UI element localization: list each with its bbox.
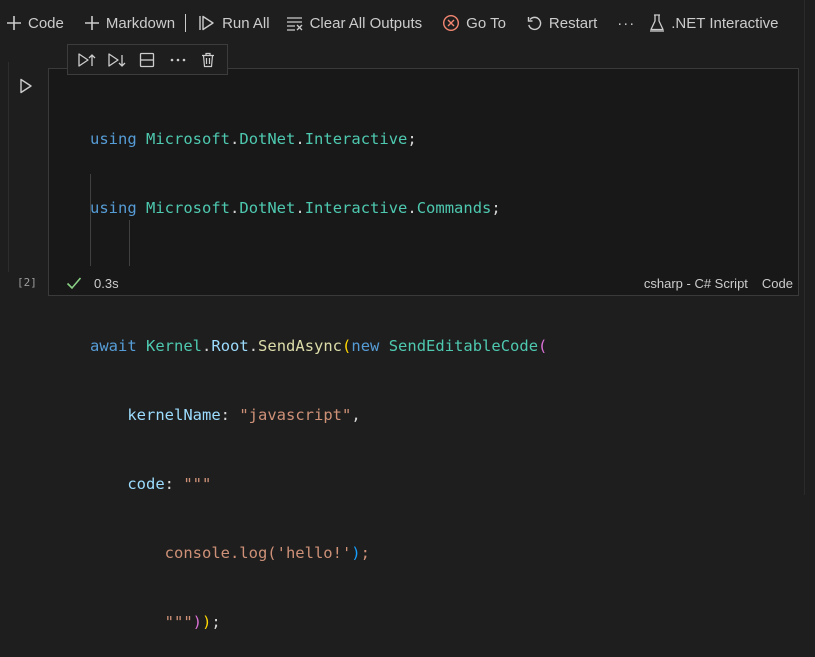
code-line: code: """ <box>127 475 212 493</box>
execution-duration: 0.3s <box>94 275 119 291</box>
restart-button[interactable]: Restart <box>520 9 603 37</box>
cell-more-button[interactable] <box>165 48 191 72</box>
toolbar-separator <box>185 14 187 32</box>
code-line: await Kernel.Root.SendAsync(new SendEdit… <box>90 337 548 355</box>
kernel-picker-button[interactable]: .NET Interactive <box>643 9 784 37</box>
cell-language-picker[interactable]: csharp - C# Script <box>644 276 748 291</box>
more-icon: ··· <box>617 14 636 32</box>
clear-all-outputs-button[interactable]: Clear All Outputs <box>280 9 429 37</box>
execute-above-button[interactable] <box>74 48 100 72</box>
code-line: kernelName: "javascript", <box>127 406 361 424</box>
add-code-cell-button[interactable]: Code <box>0 9 70 37</box>
add-markdown-cell-button[interactable]: Markdown <box>78 9 181 37</box>
trash-icon <box>201 52 214 67</box>
execution-count: [2] <box>17 276 37 289</box>
notebook-toolbar: Code Markdown Run All Clear All Outputs … <box>0 0 815 46</box>
code-line: """)); <box>164 613 221 631</box>
cell-toolbar <box>67 44 228 75</box>
code-line: using Microsoft.DotNet.Interactive.Comma… <box>90 199 501 217</box>
kernel-label: .NET Interactive <box>671 14 779 32</box>
more-actions-button[interactable]: ··· <box>611 9 641 37</box>
restart-label: Restart <box>548 14 598 32</box>
execute-below-icon <box>108 52 126 67</box>
play-icon <box>20 78 32 94</box>
execute-below-button[interactable] <box>104 48 130 72</box>
code-line: console.log('hello!'); <box>164 544 370 562</box>
add-markdown-cell-label: Markdown <box>105 14 176 32</box>
success-check-icon <box>66 276 82 290</box>
error-circle-icon <box>443 14 460 32</box>
cell-focus-indicator <box>8 62 9 272</box>
run-all-label: Run All <box>222 14 270 32</box>
clear-all-icon <box>286 17 303 31</box>
more-icon <box>170 58 185 61</box>
goto-button[interactable]: Go To <box>436 9 512 37</box>
clear-all-outputs-label: Clear All Outputs <box>309 14 423 32</box>
restart-icon <box>527 16 542 30</box>
execute-cell-button[interactable] <box>14 74 38 98</box>
split-cell-icon <box>140 52 155 67</box>
add-code-cell-label: Code <box>28 14 64 32</box>
run-all-button[interactable]: Run All <box>192 9 276 37</box>
code-line: using Microsoft.DotNet.Interactive; <box>90 130 417 148</box>
goto-label: Go To <box>466 14 506 32</box>
cell-type-picker[interactable]: Code <box>762 276 793 291</box>
kernel-flask-icon <box>650 14 665 32</box>
delete-cell-button[interactable] <box>195 48 221 72</box>
plus-icon <box>84 16 99 30</box>
execute-above-icon <box>78 52 96 67</box>
split-cell-button[interactable] <box>134 48 160 72</box>
vertical-scrollbar[interactable] <box>804 0 815 495</box>
code-content[interactable]: using Microsoft.DotNet.Interactive; usin… <box>90 82 547 657</box>
cell-status-bar: 0.3s csharp - C# Script Code <box>48 270 799 296</box>
plus-icon <box>7 16 21 30</box>
run-all-icon <box>199 15 214 31</box>
